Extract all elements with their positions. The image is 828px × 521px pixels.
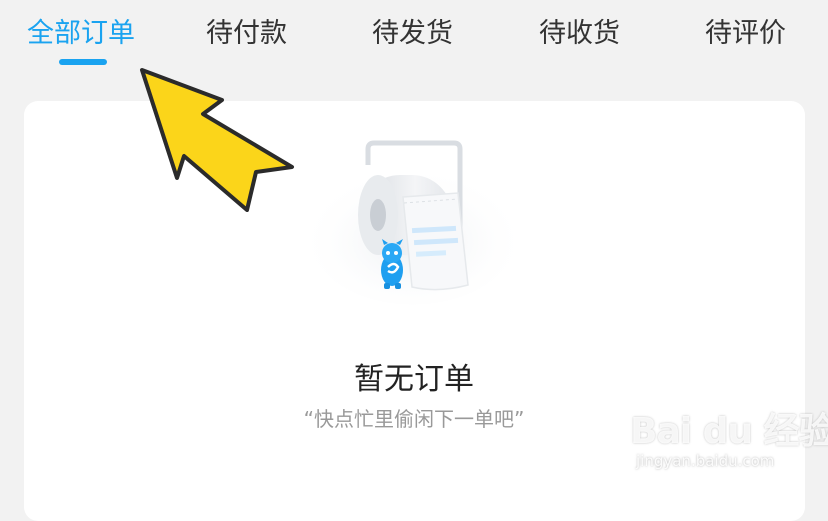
empty-state-title: 暂无订单 xyxy=(354,362,474,397)
tab-pending-payment[interactable]: 待付款 xyxy=(206,14,287,54)
tab-pending-receipt[interactable]: 待收货 xyxy=(539,14,620,54)
tab-pending-shipment[interactable]: 待发货 xyxy=(372,14,453,54)
watermark-url: jingyan.baidu.com xyxy=(636,452,775,470)
baidu-jingyan-watermark: Bai du 经验 jingyan.baidu.com xyxy=(630,402,828,482)
tab-pending-review[interactable]: 待评价 xyxy=(705,14,786,54)
active-tab-indicator xyxy=(59,59,107,65)
tab-all-orders[interactable]: 全部订单 xyxy=(27,14,135,54)
order-tabs: 全部订单 待付款 待发货 待收货 待评价 xyxy=(0,0,828,80)
receipt-roll-mascot-icon xyxy=(308,140,518,305)
annotation-arrow-icon xyxy=(140,68,294,212)
watermark-logo: Bai du 经验 xyxy=(630,411,828,452)
